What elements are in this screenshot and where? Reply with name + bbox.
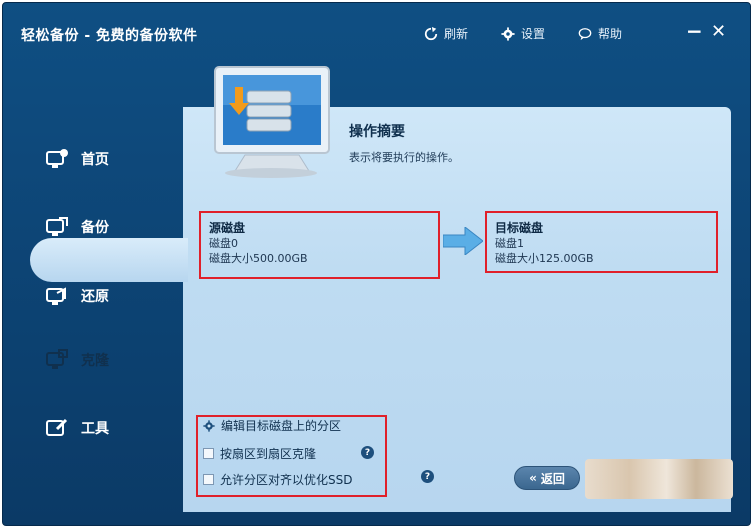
help-button[interactable]: 帮助 bbox=[578, 25, 622, 42]
source-disk-heading: 源磁盘 bbox=[209, 221, 246, 235]
home-icon bbox=[46, 149, 68, 168]
sidebar-item-label: 工具 bbox=[81, 421, 109, 437]
clone-icon bbox=[46, 349, 68, 369]
app-window: 轻松备份 - 免费的备份软件 刷新 设置 帮助 − ✕ 首页 备份 还原 克隆 … bbox=[2, 2, 751, 526]
back-label: 返回 bbox=[540, 471, 565, 486]
arrow-right-icon bbox=[443, 227, 483, 255]
back-button[interactable]: « 返回 bbox=[514, 466, 580, 490]
align-ssd-option[interactable]: 允许分区对齐以优化SSD bbox=[203, 471, 352, 488]
sidebar-item-tools[interactable]: 工具 bbox=[45, 417, 109, 439]
sector-clone-checkbox[interactable] bbox=[203, 448, 214, 459]
sidebar-item-clone[interactable]: 克隆 bbox=[45, 349, 109, 371]
help-label: 帮助 bbox=[598, 27, 623, 41]
edit-partitions-label: 编辑目标磁盘上的分区 bbox=[221, 419, 342, 433]
help-icon[interactable]: ? bbox=[421, 470, 434, 483]
target-disk-card: 目标磁盘 磁盘1 磁盘大小125.00GB bbox=[495, 221, 594, 266]
app-title: 轻松备份 - 免费的备份软件 bbox=[21, 28, 198, 44]
settings-label: 设置 bbox=[521, 27, 546, 41]
tools-icon bbox=[46, 418, 68, 436]
sidebar-item-backup[interactable]: 备份 bbox=[45, 216, 109, 238]
summary-title: 操作摘要 bbox=[349, 124, 405, 140]
double-chevron-left-icon: « bbox=[529, 471, 537, 485]
refresh-label: 刷新 bbox=[444, 27, 469, 41]
sidebar-item-label: 首页 bbox=[81, 152, 109, 168]
restore-icon bbox=[46, 287, 66, 305]
summary-description: 表示将要执行的操作。 bbox=[349, 151, 459, 164]
source-disk-size: 磁盘大小500.00GB bbox=[209, 252, 308, 265]
close-button[interactable]: ✕ bbox=[711, 21, 726, 42]
align-ssd-checkbox[interactable] bbox=[203, 474, 214, 485]
refresh-icon bbox=[424, 26, 438, 40]
gear-icon bbox=[203, 419, 215, 432]
settings-button[interactable]: 设置 bbox=[501, 25, 545, 42]
source-disk-card: 源磁盘 磁盘0 磁盘大小500.00GB bbox=[209, 221, 308, 266]
sidebar-item-restore[interactable]: 还原 bbox=[45, 285, 109, 307]
sector-clone-label: 按扇区到扇区克隆 bbox=[220, 447, 317, 461]
sidebar-item-label: 还原 bbox=[81, 289, 109, 305]
monitor-disk-illustration bbox=[214, 66, 330, 178]
edit-partitions-option[interactable]: 编辑目标磁盘上的分区 bbox=[203, 417, 341, 434]
minimize-button[interactable]: − bbox=[686, 19, 703, 43]
source-disk-name: 磁盘0 bbox=[209, 237, 238, 250]
gear-icon bbox=[501, 26, 515, 41]
title-bar: 轻松备份 - 免费的备份软件 刷新 设置 帮助 − ✕ bbox=[3, 3, 750, 61]
sector-clone-option[interactable]: 按扇区到扇区克隆 bbox=[203, 445, 316, 462]
target-disk-name: 磁盘1 bbox=[495, 237, 524, 250]
align-ssd-label: 允许分区对齐以优化SSD bbox=[220, 473, 353, 487]
obscured-button-area bbox=[585, 459, 733, 499]
help-icon[interactable]: ? bbox=[361, 446, 374, 459]
sidebar-item-home[interactable]: 首页 bbox=[45, 148, 109, 170]
sidebar-item-label: 备份 bbox=[81, 220, 109, 236]
target-disk-heading: 目标磁盘 bbox=[495, 221, 544, 235]
target-disk-size: 磁盘大小125.00GB bbox=[495, 252, 594, 265]
chat-help-icon bbox=[578, 27, 592, 40]
sidebar-item-label: 克隆 bbox=[81, 353, 109, 369]
sidebar-active-highlight bbox=[30, 238, 188, 282]
refresh-button[interactable]: 刷新 bbox=[424, 25, 468, 42]
backup-icon bbox=[46, 217, 68, 236]
